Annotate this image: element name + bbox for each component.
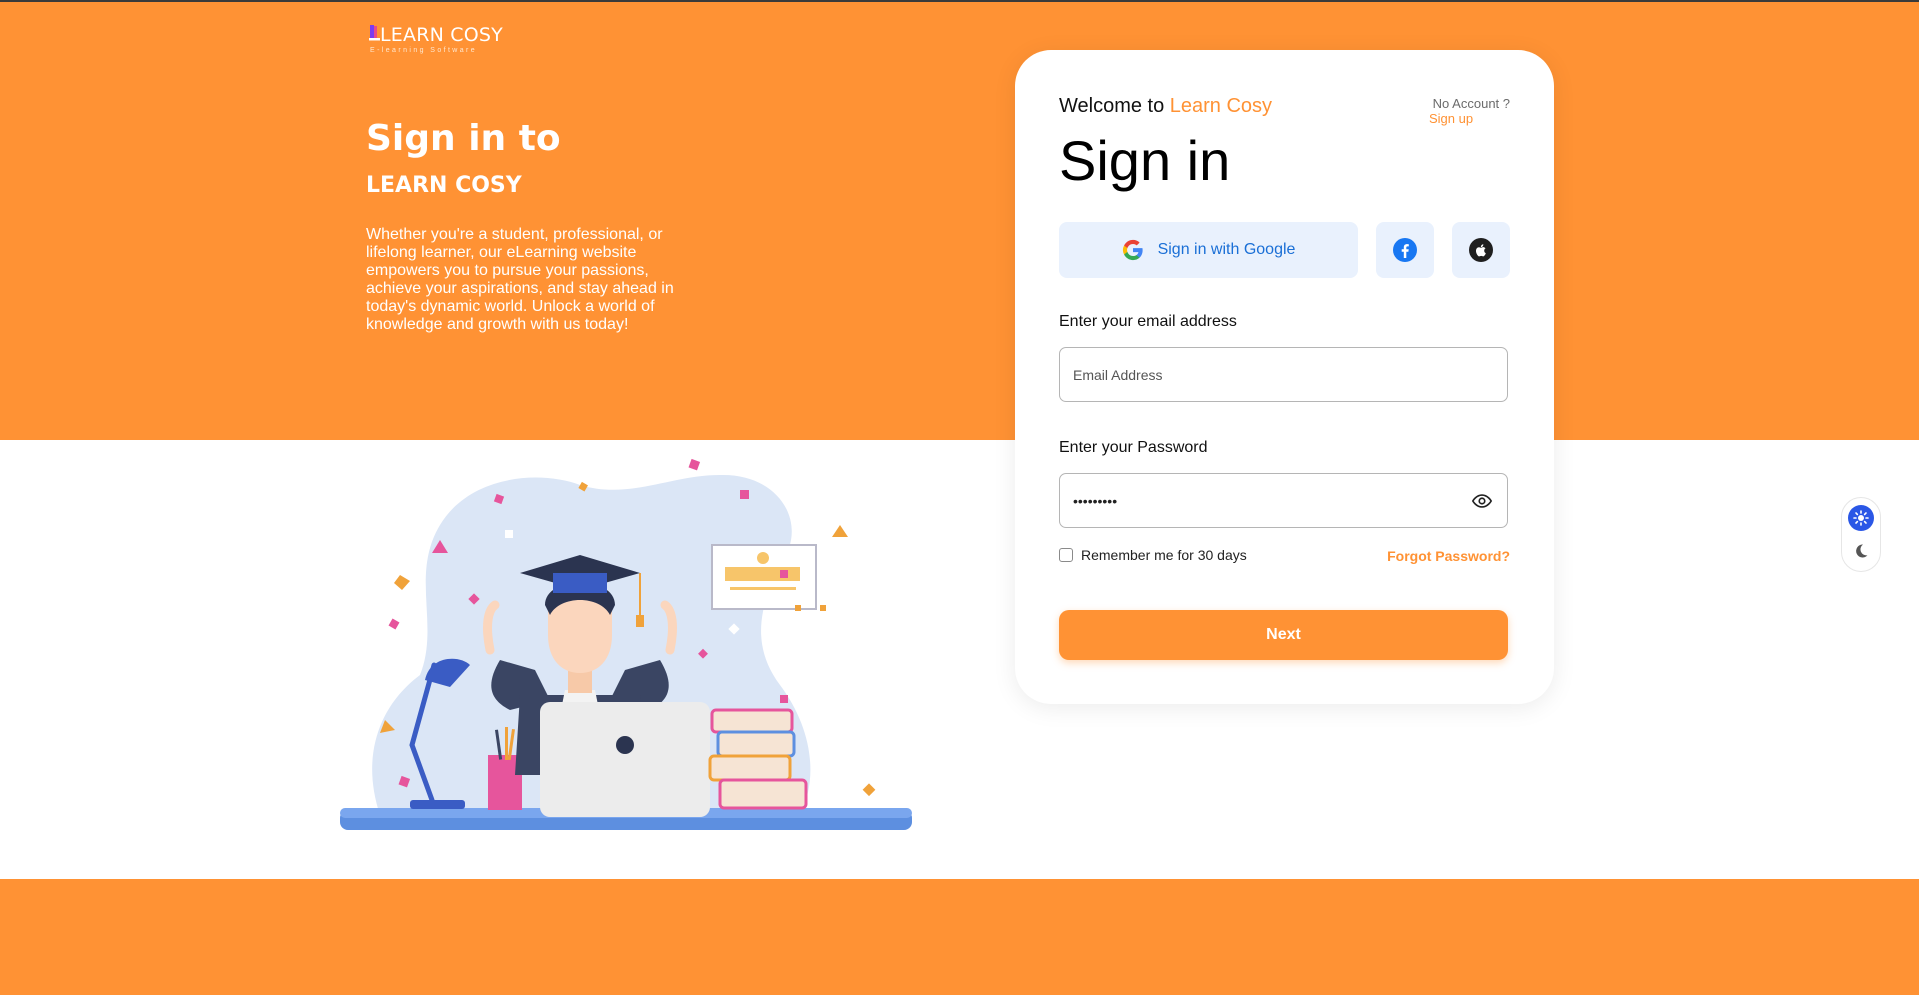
google-icon xyxy=(1122,239,1143,261)
hero-title: Sign in to xyxy=(366,118,561,159)
remember-label: Remember me for 30 days xyxy=(1081,547,1247,563)
welcome-text: Welcome to Learn Cosy xyxy=(1059,95,1272,118)
logo[interactable]: LEARN COSY E-learning Software xyxy=(369,22,509,56)
signup-link[interactable]: Sign up xyxy=(1429,111,1473,126)
google-signin-button[interactable]: Sign in with Google xyxy=(1059,222,1358,278)
light-mode-button[interactable] xyxy=(1848,505,1874,531)
hero-description: Whether you're a student, professional, … xyxy=(366,226,674,333)
sun-icon xyxy=(1853,510,1869,526)
facebook-signin-button[interactable] xyxy=(1376,222,1434,278)
show-password-button[interactable] xyxy=(1470,490,1494,512)
logo-text: LEARN COSY xyxy=(380,24,503,46)
footer-band xyxy=(0,879,1919,995)
signin-card: Welcome to Learn Cosy No Account ? Sign … xyxy=(1015,50,1554,704)
facebook-icon xyxy=(1393,238,1417,262)
email-label: Enter your email address xyxy=(1059,313,1237,330)
apple-signin-button[interactable] xyxy=(1452,222,1510,278)
remember-me[interactable]: Remember me for 30 days xyxy=(1059,547,1247,563)
moon-icon[interactable] xyxy=(1852,542,1870,560)
no-account-text: No Account ? xyxy=(1432,96,1510,111)
next-button[interactable]: Next xyxy=(1059,610,1508,660)
hero-subtitle: LEARN COSY xyxy=(366,173,522,198)
hero-band xyxy=(0,2,1919,440)
page-title: Sign in xyxy=(1059,129,1231,192)
apple-icon xyxy=(1469,238,1493,262)
forgot-password-link[interactable]: Forgot Password? xyxy=(1387,548,1510,564)
google-signin-label: Sign in with Google xyxy=(1157,241,1296,258)
welcome-prefix: Welcome to xyxy=(1059,95,1170,117)
graduate-illustration xyxy=(340,458,912,830)
theme-toggle[interactable] xyxy=(1841,497,1881,572)
email-input[interactable] xyxy=(1059,347,1508,402)
logo-tagline: E-learning Software xyxy=(370,47,478,54)
welcome-brand: Learn Cosy xyxy=(1169,95,1273,117)
password-input[interactable] xyxy=(1059,473,1508,528)
password-label: Enter your Password xyxy=(1059,439,1208,456)
remember-checkbox[interactable] xyxy=(1059,548,1073,562)
eye-icon xyxy=(1471,494,1493,508)
